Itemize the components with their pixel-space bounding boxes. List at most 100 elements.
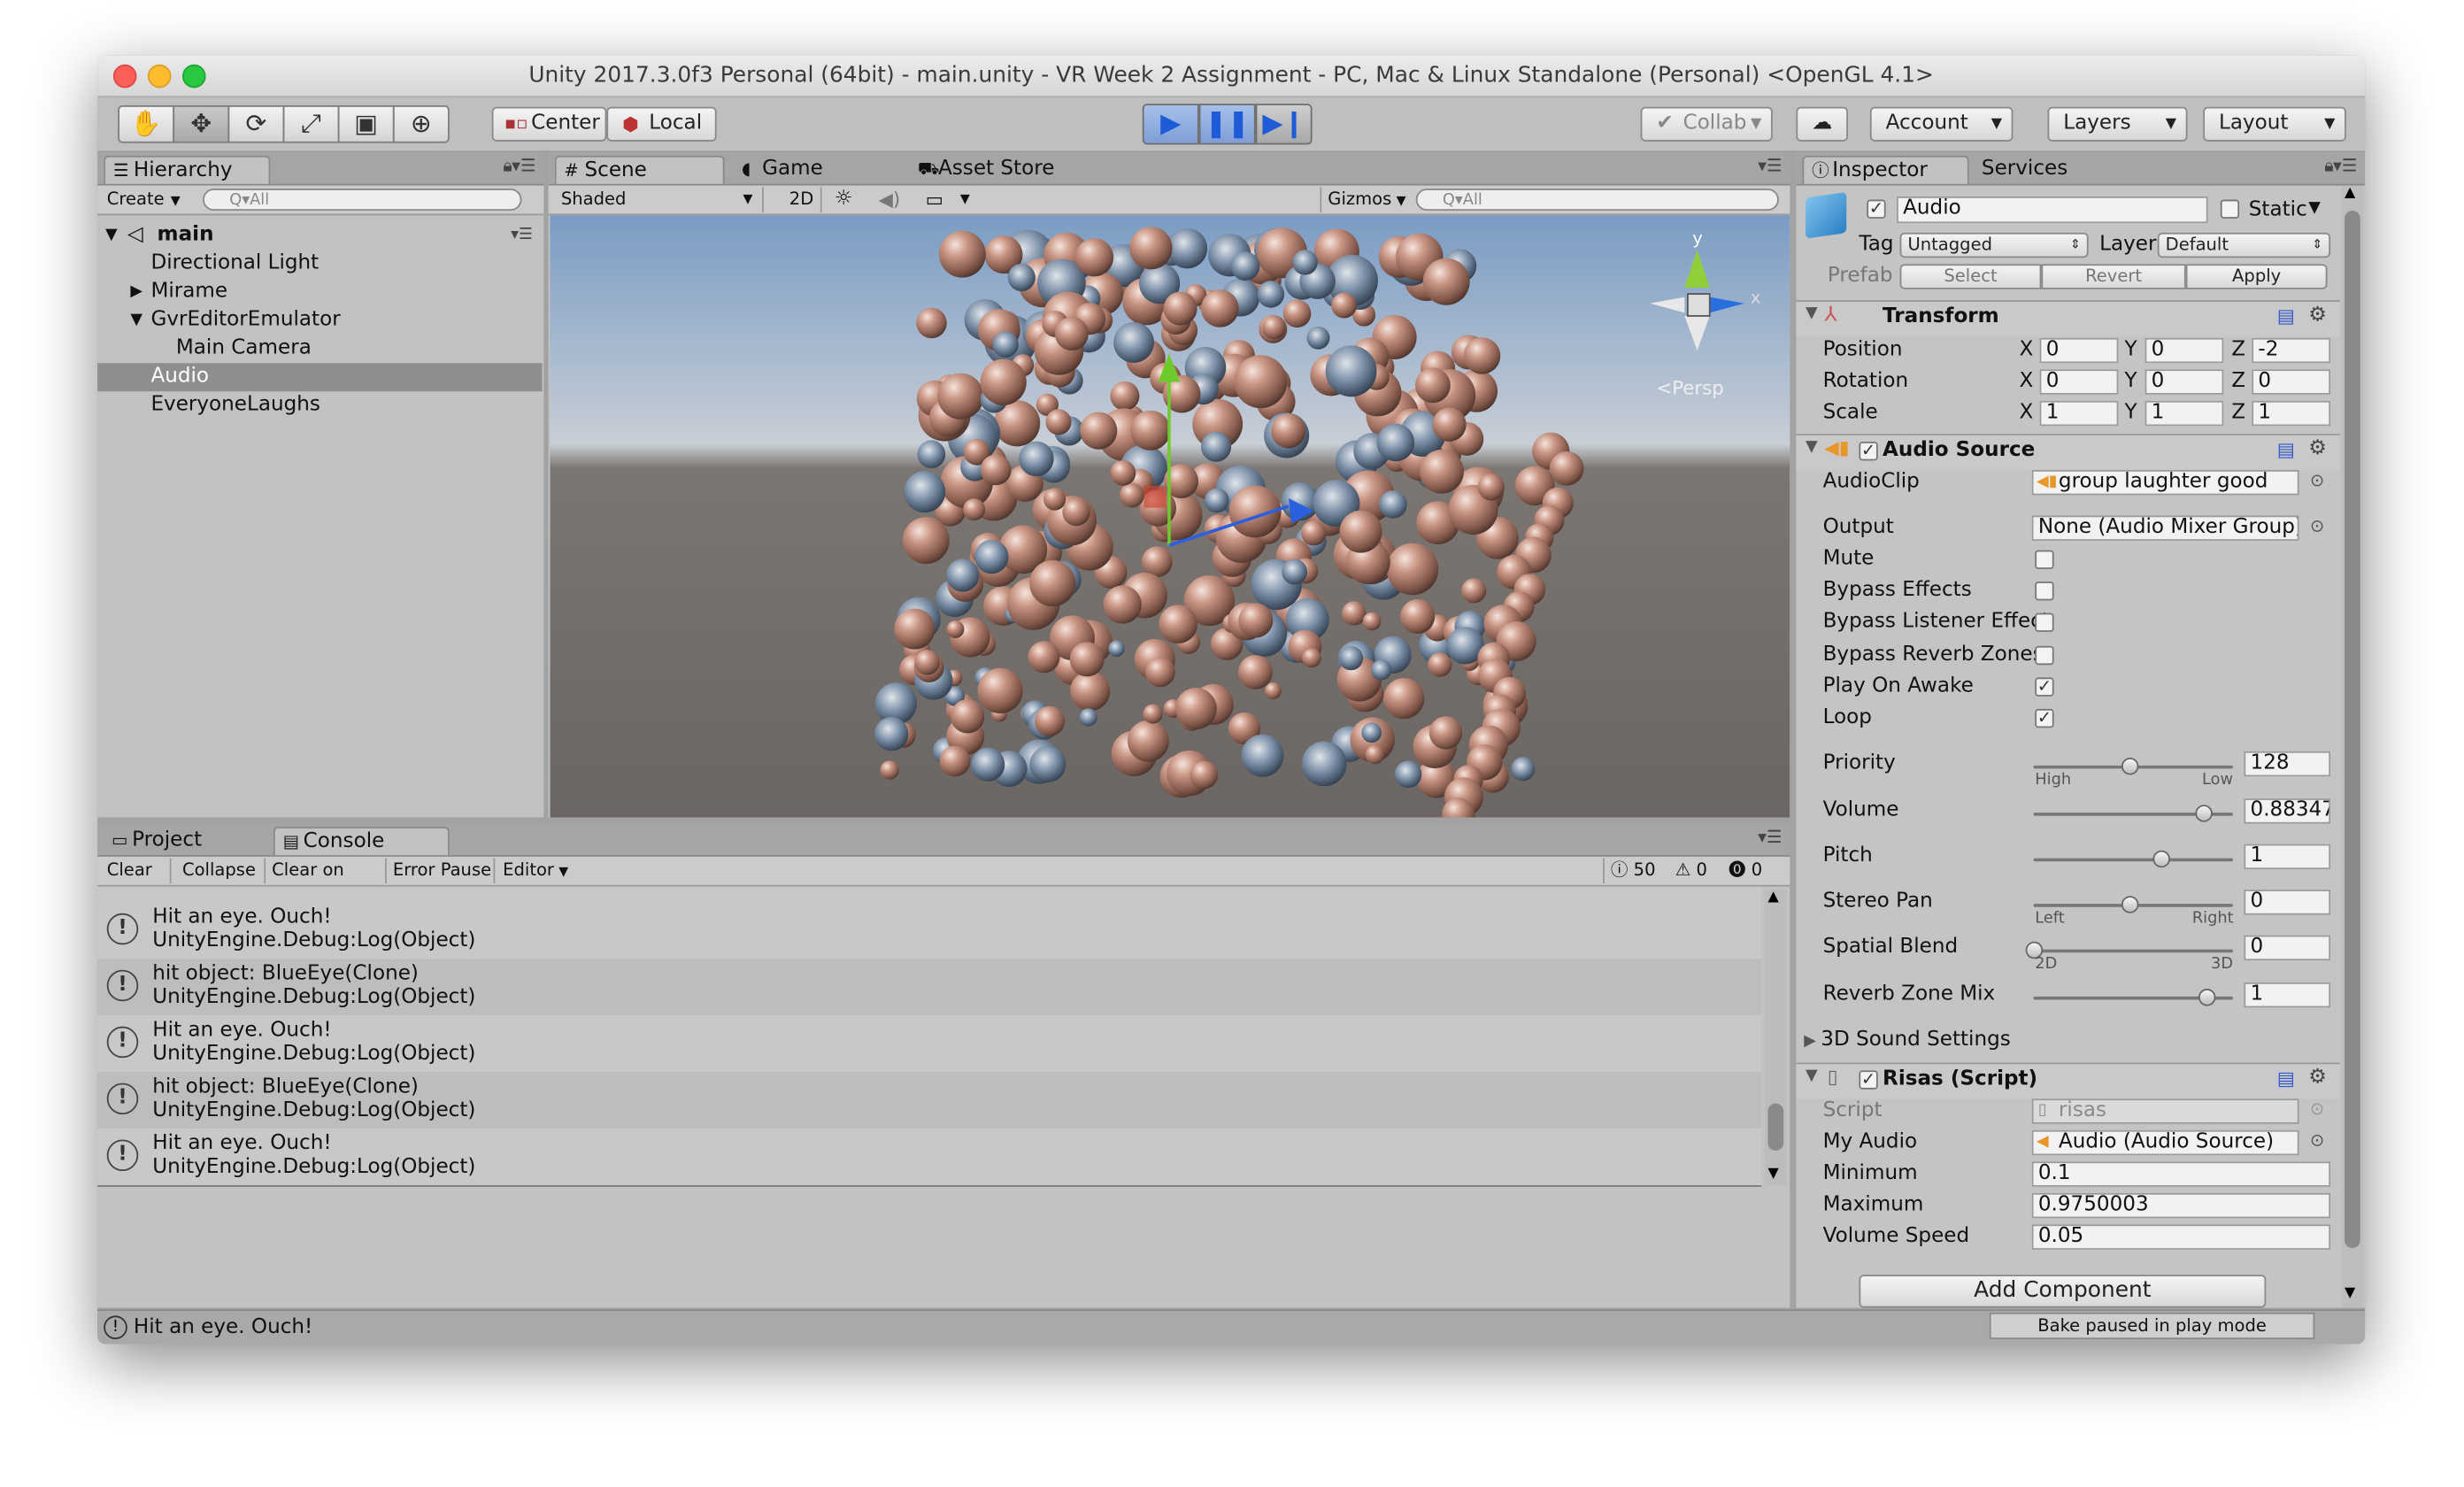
log-count-toggle[interactable]: ⓘ 50	[1603, 858, 1676, 884]
panel-menu-icon[interactable]: ▾☰	[1758, 156, 1782, 176]
layout-dropdown[interactable]: Layout ▼	[2203, 106, 2346, 142]
account-dropdown[interactable]: Account ▼	[1869, 106, 2014, 142]
collapse-button[interactable]: Collapse	[182, 858, 266, 884]
panel-menu-icon[interactable]: ▾☰	[1758, 827, 1782, 847]
object-picker-icon[interactable]: ⊙	[2310, 1130, 2324, 1151]
scene-menu-icon[interactable]: ▾☰	[511, 221, 533, 250]
gear-icon[interactable]: ⚙	[2308, 304, 2327, 327]
prefab-revert-button[interactable]: Revert	[2041, 264, 2186, 289]
position-z-field[interactable]: -2	[2252, 337, 2331, 364]
lighting-toggle-icon[interactable]: ☼	[835, 187, 866, 212]
chevron-down-icon[interactable]: ▼	[2308, 195, 2321, 223]
tab-inspector[interactable]: ⓘ Inspector	[1802, 155, 1969, 184]
audio-source-header[interactable]: ▼ ◀▮ ✓ Audio Source ▤ ⚙	[1796, 434, 2340, 470]
rotation-x-field[interactable]: 0	[2039, 369, 2119, 395]
help-book-icon[interactable]: ▤	[2277, 438, 2295, 460]
tab-hierarchy[interactable]: ☰ Hierarchy	[104, 155, 271, 184]
clear-button[interactable]: Clear	[107, 858, 172, 884]
pivot-local-button[interactable]: ⬢ Local	[606, 106, 717, 142]
scale-x-field[interactable]: 1	[2039, 400, 2119, 427]
script-header[interactable]: ▼ ▯ ✓ Risas (Script) ▤ ⚙	[1796, 1062, 2340, 1099]
toggle-checkbox[interactable]	[2035, 582, 2054, 601]
list-item-selected[interactable]: Audio	[97, 363, 543, 392]
expand-arrow-icon[interactable]: ▼	[130, 306, 142, 335]
scroll-up-icon[interactable]: ▲	[2345, 186, 2355, 202]
inspector-scrollbar[interactable]: ▲ ▼	[2341, 185, 2364, 1308]
rotation-z-field[interactable]: 0	[2252, 369, 2331, 395]
slider-value-field[interactable]: 0	[2244, 890, 2331, 915]
cloud-button[interactable]: ☁	[1796, 106, 1848, 142]
error-count-toggle[interactable]: ⓿ 0	[1729, 859, 1779, 883]
toggle-checkbox[interactable]	[2035, 550, 2054, 569]
tab-project[interactable]: ▭ Project	[104, 827, 270, 855]
audio-source-enabled-checkbox[interactable]: ✓	[1859, 442, 1878, 461]
console-entry[interactable]: ! Hit an eye. Ouch! UnityEngine.Debug:Log(…	[97, 1129, 1762, 1186]
scene-root-row[interactable]: ▼ ◁ main ▾☰	[97, 221, 542, 250]
scene-viewport[interactable]: y x <Persp	[550, 215, 1790, 818]
toggle-checkbox[interactable]: ✓	[2035, 708, 2054, 728]
gizmos-dropdown[interactable]: Gizmos ▼	[1320, 187, 1414, 212]
scene-search-input[interactable]: Q▾All	[1415, 189, 1779, 211]
create-dropdown[interactable]: Create ▼	[107, 187, 192, 212]
scroll-down-icon[interactable]: ▼	[1767, 1167, 1778, 1183]
slider-value-field[interactable]: 0.88347	[2244, 798, 2331, 824]
list-item[interactable]: ▼ GvrEditorEmulator	[97, 306, 542, 335]
slider-value-field[interactable]: 1	[2244, 982, 2331, 1008]
prefab-select-button[interactable]: Select	[1899, 264, 2042, 289]
console-entry[interactable]: ! Hit an eye. Ouch! UnityEngine.Debug:Log(…	[97, 902, 1762, 959]
scale-y-field[interactable]: 1	[2144, 400, 2224, 427]
editor-dropdown[interactable]: Editor ▼	[503, 859, 581, 883]
move-tool-icon[interactable]: ✥	[173, 104, 230, 143]
tab-scene[interactable]: # Scene	[554, 155, 725, 184]
tab-console[interactable]: ▤ Console	[273, 827, 450, 856]
layer-dropdown[interactable]: Default ⇕	[2157, 232, 2331, 258]
panel-menu-icon[interactable]: ▾☰	[2333, 156, 2357, 176]
list-item[interactable]: Directional Light	[97, 250, 542, 278]
slider-value-field[interactable]: 128	[2244, 751, 2331, 777]
scale-tool-icon[interactable]: ⤢	[282, 104, 340, 143]
error-pause-button[interactable]: Error Pause	[393, 858, 496, 884]
slider-track[interactable]	[2033, 858, 2233, 862]
rect-tool-icon[interactable]: ▣	[337, 104, 395, 143]
sound-3d-row[interactable]: ▶ 3D Sound Settings	[1804, 1027, 2011, 1057]
my-audio-field[interactable]: ◀ Audio (Audio Source)	[2031, 1129, 2299, 1156]
slider-knob[interactable]	[2152, 850, 2170, 868]
prefab-apply-button[interactable]: Apply	[2185, 264, 2328, 289]
toggle-2d-button[interactable]: 2D	[782, 187, 822, 212]
hierarchy-search-input[interactable]: Q▾All	[203, 189, 522, 211]
output-field[interactable]: None (Audio Mixer Group)	[2031, 515, 2299, 541]
audio-toggle-icon[interactable]: ◀)	[879, 187, 911, 212]
collab-dropdown[interactable]: ✔ Collab ▼	[1640, 106, 1773, 142]
pause-button[interactable]: ❚❚	[1198, 104, 1256, 145]
scroll-thumb[interactable]	[1767, 1103, 1784, 1151]
pivot-center-button[interactable]: ▪▫ Center	[491, 106, 607, 142]
warning-count-toggle[interactable]: ⚠ 0	[1675, 859, 1726, 883]
step-button[interactable]: ▶❙	[1255, 104, 1313, 145]
expand-arrow-icon[interactable]: ▶	[130, 278, 142, 306]
hand-tool-icon[interactable]: ✋	[118, 104, 175, 143]
script-enabled-checkbox[interactable]: ✓	[1859, 1070, 1878, 1090]
transform-tool-icon[interactable]: ⊕	[392, 104, 450, 143]
expand-arrow-icon[interactable]: ▶	[1804, 1033, 1816, 1051]
toggle-checkbox[interactable]	[2035, 613, 2054, 632]
gear-icon[interactable]: ⚙	[2308, 1066, 2327, 1090]
slider-track[interactable]	[2033, 949, 2233, 953]
slider-value-field[interactable]: 0	[2244, 935, 2331, 961]
chevron-down-icon[interactable]: ▼	[960, 187, 976, 212]
list-item[interactable]: EveryoneLaughs	[97, 391, 542, 420]
console-entry[interactable]: ! hit object: BlueEye(Clone) UnityEngine.D…	[97, 959, 1762, 1016]
position-x-field[interactable]: 0	[2039, 337, 2119, 364]
object-picker-icon[interactable]: ⊙	[2310, 515, 2324, 535]
clear-on-play-button[interactable]: Clear on Play	[272, 858, 387, 905]
slider-knob[interactable]	[2121, 757, 2139, 775]
panel-menu-icon[interactable]: ▾☰	[512, 156, 535, 176]
transform-header[interactable]: ▼ ⅄ Transform ▤ ⚙	[1796, 300, 2340, 337]
console-entry[interactable]: ! Hit an eye. Ouch! UnityEngine.Debug:Log(…	[97, 1015, 1762, 1073]
console-scrollbar[interactable]: ▲ ▼	[1764, 890, 1787, 1186]
scroll-down-icon[interactable]: ▼	[2345, 1286, 2355, 1302]
help-book-icon[interactable]: ▤	[2277, 1067, 2295, 1090]
shading-mode-dropdown[interactable]: Shaded ▼	[561, 187, 764, 212]
play-button[interactable]: ▶	[1142, 104, 1199, 145]
minimum-field[interactable]: 0.1	[2031, 1161, 2331, 1187]
expand-arrow-icon[interactable]: ▼	[105, 221, 118, 250]
